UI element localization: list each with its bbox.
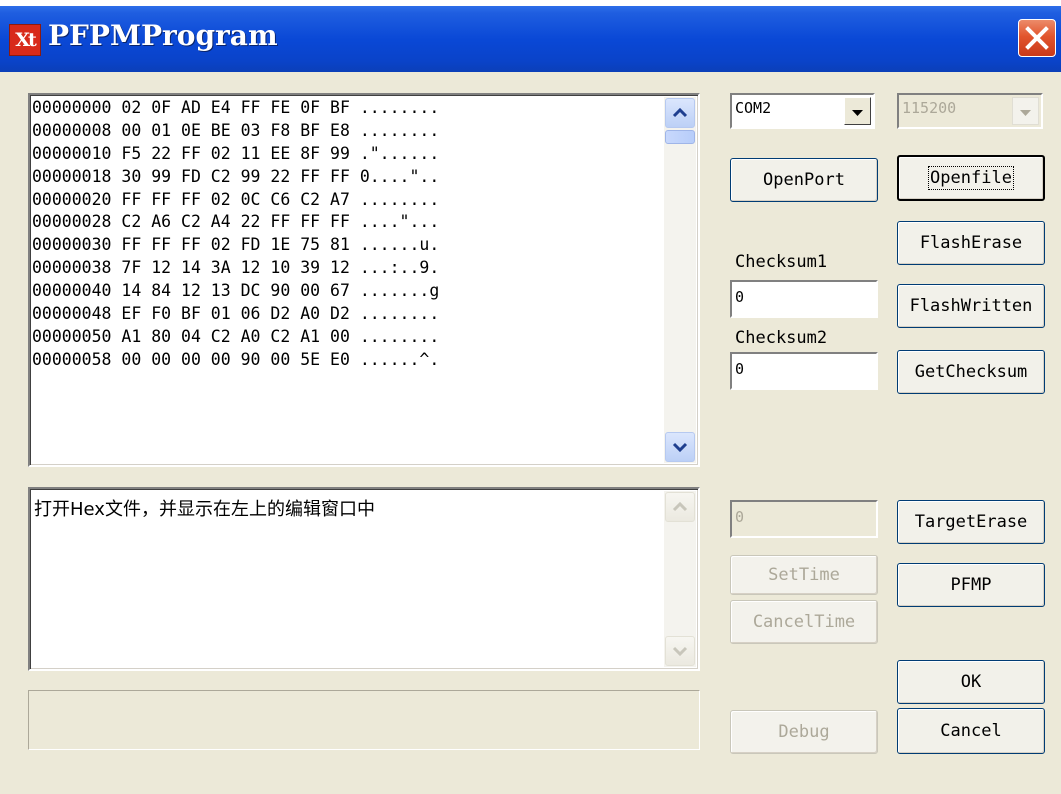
title-bar[interactable]: Xt PFPMProgram bbox=[0, 0, 1061, 72]
baud-select[interactable]: 115200 bbox=[897, 93, 1043, 129]
debug-label: Debug bbox=[778, 722, 830, 742]
cancel-time-label: CancelTime bbox=[752, 612, 856, 632]
hex-line: 00000010 F5 22 FF 02 11 EE 8F 99 .".....… bbox=[32, 143, 440, 163]
log-view[interactable]: 打开Hex文件，并显示在左上的编辑窗口中 bbox=[28, 487, 700, 671]
checksum1-field[interactable]: 0 bbox=[730, 280, 878, 318]
log-text: 打开Hex文件，并显示在左上的编辑窗口中 bbox=[34, 499, 375, 520]
flash-written-button[interactable]: FlashWritten bbox=[897, 284, 1045, 328]
log-scroll-down-button[interactable] bbox=[665, 636, 695, 666]
set-time-label: SetTime bbox=[768, 565, 840, 585]
scroll-down-button[interactable] bbox=[665, 432, 695, 462]
set-time-button[interactable]: SetTime bbox=[730, 555, 878, 595]
close-button[interactable] bbox=[1018, 19, 1056, 57]
window-title: PFPMProgram bbox=[48, 19, 278, 52]
ok-button[interactable]: OK bbox=[897, 660, 1045, 704]
title-bar-edge bbox=[0, 0, 1061, 6]
close-icon bbox=[1025, 26, 1049, 50]
checksum2-field[interactable]: 0 bbox=[730, 352, 878, 390]
time-field[interactable]: 0 bbox=[730, 500, 878, 538]
hex-line: 00000000 02 0F AD E4 FF FE 0F BF .......… bbox=[32, 98, 440, 117]
target-erase-button[interactable]: TargetErase bbox=[897, 500, 1045, 544]
ok-label: OK bbox=[960, 672, 982, 692]
hex-line: 00000058 00 00 00 00 90 00 5E E0 ......^… bbox=[32, 349, 440, 369]
flash-erase-label: FlashErase bbox=[919, 233, 1023, 253]
target-erase-label: TargetErase bbox=[914, 512, 1028, 532]
scroll-down-icon bbox=[672, 646, 688, 657]
hex-line: 00000030 FF FF FF 02 FD 1E 75 81 ......u… bbox=[32, 235, 440, 255]
time-field-value: 0 bbox=[735, 508, 745, 526]
cancel-label: Cancel bbox=[940, 721, 1002, 741]
dropdown-arrow-icon bbox=[1020, 110, 1031, 116]
get-checksum-button[interactable]: GetChecksum bbox=[897, 350, 1045, 394]
hex-line: 00000018 30 99 FD C2 99 22 FF FF 0....".… bbox=[32, 166, 440, 186]
pfmp-label: PFMP bbox=[950, 575, 992, 595]
port-select-value: COM2 bbox=[735, 99, 772, 117]
scroll-thumb[interactable] bbox=[665, 130, 695, 144]
hex-line: 00000020 FF FF FF 02 0C C6 C2 A7 .......… bbox=[32, 189, 440, 209]
checksum2-label: Checksum2 bbox=[735, 328, 828, 348]
hex-line: 00000038 7F 12 14 3A 12 10 39 12 ...:..9… bbox=[32, 258, 440, 278]
hex-line: 00000048 EF F0 BF 01 06 D2 A0 D2 .......… bbox=[32, 304, 440, 324]
debug-button[interactable]: Debug bbox=[730, 710, 878, 754]
baud-select-value: 115200 bbox=[902, 99, 957, 117]
get-checksum-label: GetChecksum bbox=[914, 362, 1028, 382]
pfmp-button[interactable]: PFMP bbox=[897, 563, 1045, 607]
checksum1-label: Checksum1 bbox=[735, 252, 828, 272]
flash-written-label: FlashWritten bbox=[909, 296, 1033, 316]
cancel-button[interactable]: Cancel bbox=[897, 708, 1045, 754]
checksum1-value: 0 bbox=[735, 288, 745, 306]
open-port-button[interactable]: OpenPort bbox=[730, 158, 878, 202]
scroll-up-icon bbox=[672, 501, 688, 512]
open-file-button[interactable]: Openfile bbox=[897, 155, 1045, 201]
hex-line: 00000040 14 84 12 13 DC 90 00 67 .......… bbox=[32, 281, 440, 301]
port-select[interactable]: COM2 bbox=[730, 93, 875, 129]
app-icon[interactable]: Xt bbox=[9, 24, 41, 56]
scroll-up-button[interactable] bbox=[665, 98, 695, 128]
port-dropdown-button[interactable] bbox=[844, 97, 871, 125]
flash-erase-button[interactable]: FlashErase bbox=[897, 221, 1045, 265]
checksum2-value: 0 bbox=[735, 360, 745, 378]
hex-line: 00000028 C2 A6 C2 A4 22 FF FF FF ...."..… bbox=[32, 212, 440, 232]
cancel-time-button[interactable]: CancelTime bbox=[730, 600, 878, 644]
baud-dropdown-button[interactable] bbox=[1012, 97, 1039, 125]
open-file-label: Openfile bbox=[928, 166, 1014, 190]
hex-view[interactable]: 00000000 02 0F AD E4 FF FE 0F BF .......… bbox=[28, 93, 700, 467]
hex-line: 00000008 00 01 0E BE 03 F8 BF E8 .......… bbox=[32, 120, 440, 140]
hex-view-scrollbar[interactable] bbox=[664, 97, 696, 463]
status-bar bbox=[28, 690, 700, 750]
scroll-up-icon bbox=[672, 107, 688, 118]
hex-line: 00000050 A1 80 04 C2 A0 C2 A1 00 .......… bbox=[32, 326, 440, 346]
open-port-label: OpenPort bbox=[763, 170, 845, 190]
hex-lines: 00000000 02 0F AD E4 FF FE 0F BF .......… bbox=[32, 97, 656, 372]
log-scroll-up-button[interactable] bbox=[665, 492, 695, 522]
log-view-scrollbar[interactable] bbox=[664, 491, 696, 667]
scroll-down-icon bbox=[672, 442, 688, 453]
dropdown-arrow-icon bbox=[852, 110, 863, 116]
